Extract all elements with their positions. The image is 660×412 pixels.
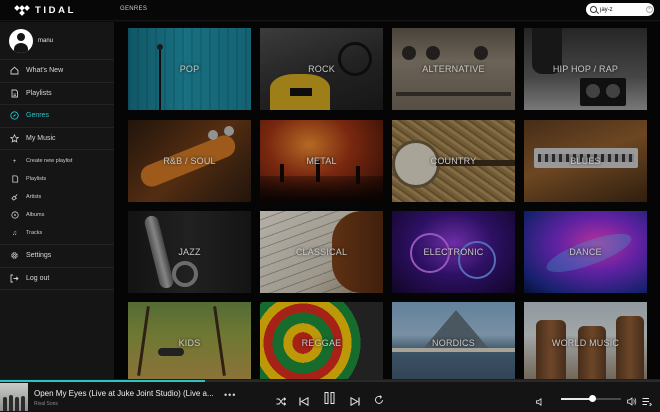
- genre-tile-dance[interactable]: DANCE: [524, 211, 647, 293]
- volume-slider-fill: [561, 398, 593, 400]
- genre-tile-kids[interactable]: KIDS: [128, 302, 251, 379]
- sub-label: Tracks: [26, 230, 43, 236]
- album-cover[interactable]: [0, 383, 28, 411]
- compass-icon: [10, 111, 19, 120]
- sub-label: Albums: [26, 212, 45, 218]
- track-artist[interactable]: Rival Sons: [34, 401, 58, 407]
- genre-tile-alternative[interactable]: ALTERNATIVE: [392, 28, 515, 110]
- genres-grid: POP ROCK ALTERNATIVE HIP HOP / RAP R&B /…: [114, 22, 660, 379]
- playlist-icon: [10, 89, 19, 98]
- volume-slider[interactable]: [561, 395, 621, 402]
- nav-label: What's New: [26, 67, 64, 75]
- sub-label: Playlists: [26, 176, 47, 182]
- logo-text: TIDAL: [35, 5, 76, 16]
- my-music-submenu: + Create new playlist Playlists Artists …: [0, 150, 114, 245]
- username: manu: [38, 37, 54, 44]
- genre-tile-blues[interactable]: BLUES: [524, 120, 647, 202]
- volume-low-icon[interactable]: [536, 393, 544, 406]
- sub-tracks[interactable]: ♫ Tracks: [0, 224, 114, 242]
- sub-label: Artists: [26, 194, 42, 200]
- gear-icon: [10, 251, 19, 260]
- sub-albums[interactable]: Albums: [0, 206, 114, 224]
- genre-label: DANCE: [569, 247, 602, 257]
- genre-label: ELECTRONIC: [423, 247, 484, 257]
- star-icon: [10, 133, 19, 143]
- sidebar: manu What's New Playlists Genres My Musi…: [0, 22, 114, 379]
- genre-tile-metal[interactable]: METAL: [260, 120, 383, 202]
- genre-label: REGGAE: [301, 338, 342, 348]
- genre-tile-rock[interactable]: ROCK: [260, 28, 383, 110]
- next-track-icon[interactable]: [350, 393, 360, 411]
- avatar: [9, 28, 33, 53]
- sub-artists[interactable]: Artists: [0, 188, 114, 206]
- nav-log-out[interactable]: Log out: [0, 268, 114, 290]
- playlist-icon: [10, 175, 19, 184]
- genre-tile-country[interactable]: COUNTRY: [392, 120, 515, 202]
- search-icon: [590, 6, 597, 13]
- nav-whats-new[interactable]: What's New: [0, 60, 114, 83]
- clear-search-icon[interactable]: ×: [646, 6, 653, 13]
- nav-genres[interactable]: Genres: [0, 105, 114, 128]
- nav-my-music[interactable]: My Music: [0, 128, 114, 150]
- tidal-logo[interactable]: TIDAL: [14, 4, 76, 16]
- genre-tile-rnb-soul[interactable]: R&B / SOUL: [128, 120, 251, 202]
- more-options-button[interactable]: •••: [224, 390, 236, 400]
- tidal-logo-icon: [14, 4, 30, 16]
- nav-label: Playlists: [26, 89, 52, 97]
- genre-label: KIDS: [178, 338, 201, 348]
- genre-tile-pop[interactable]: POP: [128, 28, 251, 110]
- genre-label: HIP HOP / RAP: [552, 64, 619, 74]
- genre-label: ROCK: [308, 64, 335, 74]
- genre-label: CLASSICAL: [295, 247, 348, 257]
- genre-tile-reggae[interactable]: REGGAE: [260, 302, 383, 379]
- genre-label: WORLD MUSIC: [551, 338, 620, 348]
- volume-slider-knob[interactable]: [589, 395, 597, 402]
- nav-label: Settings: [26, 252, 52, 260]
- genre-label: JAZZ: [178, 247, 201, 257]
- pause-icon[interactable]: [324, 391, 335, 409]
- genre-tile-electronic[interactable]: ELECTRONIC: [392, 211, 515, 293]
- genre-tile-world-music[interactable]: WORLD MUSIC: [524, 302, 647, 379]
- nav-label: Log out: [26, 274, 50, 282]
- track-title[interactable]: Open My Eyes (Live at Juke Joint Studio)…: [34, 389, 214, 398]
- genre-label: METAL: [306, 156, 337, 166]
- sub-create-playlist[interactable]: + Create new playlist: [0, 152, 114, 170]
- search-input[interactable]: [600, 6, 646, 13]
- home-icon: [10, 66, 19, 75]
- album-icon: [10, 211, 19, 220]
- genre-label: R&B / SOUL: [163, 156, 216, 166]
- genre-tile-hip-hop-rap[interactable]: HIP HOP / RAP: [524, 28, 647, 110]
- genre-label: ALTERNATIVE: [422, 64, 485, 74]
- genre-label: POP: [179, 64, 200, 74]
- page-title: GENRES: [120, 6, 148, 12]
- shuffle-icon[interactable]: [276, 393, 287, 411]
- nav-label: My Music: [26, 134, 56, 142]
- nav-playlists[interactable]: Playlists: [0, 83, 114, 105]
- queue-icon[interactable]: [642, 393, 653, 411]
- genre-label: BLUES: [570, 156, 601, 166]
- nav-settings[interactable]: Settings: [0, 245, 114, 268]
- genre-label: NORDICS: [432, 338, 475, 348]
- plus-icon: +: [12, 157, 17, 165]
- user-profile[interactable]: manu: [0, 22, 114, 60]
- search-box[interactable]: ×: [586, 3, 654, 16]
- track-progress-bar[interactable]: [0, 380, 660, 382]
- track-progress-fill: [0, 380, 205, 382]
- sub-playlists[interactable]: Playlists: [0, 170, 114, 188]
- genre-tile-jazz[interactable]: JAZZ: [128, 211, 251, 293]
- top-bar: TIDAL GENRES ×: [0, 0, 660, 21]
- logout-icon: [10, 274, 19, 283]
- sub-label: Create new playlist: [26, 158, 73, 164]
- previous-track-icon[interactable]: [299, 393, 309, 411]
- repeat-icon[interactable]: [374, 392, 384, 410]
- artist-icon: [10, 193, 19, 202]
- note-icon: ♫: [12, 229, 17, 237]
- nav-label: Genres: [26, 112, 49, 120]
- genre-tile-classical[interactable]: CLASSICAL: [260, 211, 383, 293]
- genre-tile-nordics[interactable]: NORDICS: [392, 302, 515, 379]
- genre-label: COUNTRY: [430, 156, 477, 166]
- volume-high-icon[interactable]: [627, 393, 637, 411]
- player-bar: Open My Eyes (Live at Juke Joint Studio)…: [0, 379, 660, 412]
